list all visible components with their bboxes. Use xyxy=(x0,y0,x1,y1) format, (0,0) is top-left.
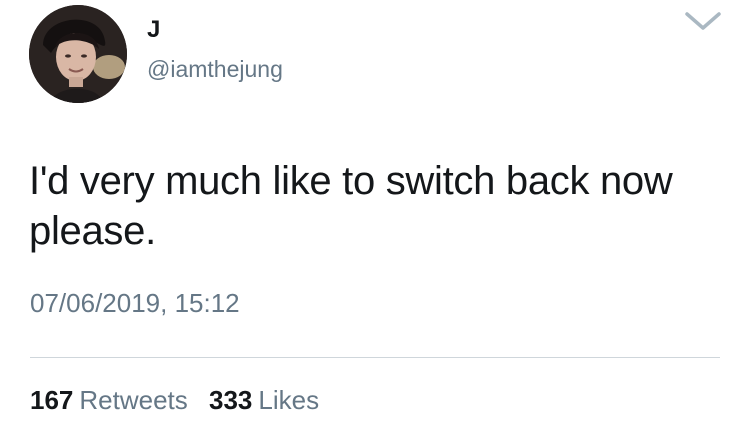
chevron-down-icon[interactable] xyxy=(683,10,723,34)
likes-stat[interactable]: 333 Likes xyxy=(209,385,319,415)
user-handle[interactable]: @iamthejung xyxy=(147,55,283,83)
avatar[interactable] xyxy=(29,5,127,103)
retweets-count: 167 xyxy=(30,385,74,415)
likes-label: Likes xyxy=(258,385,320,415)
tweet-text: I'd very much like to switch back now pl… xyxy=(29,159,673,253)
display-name[interactable]: J xyxy=(147,16,160,44)
likes-count: 333 xyxy=(209,385,253,415)
avatar-image xyxy=(29,5,127,103)
tweet-stats: 167 Retweets 333 Likes xyxy=(30,385,319,415)
divider xyxy=(30,357,720,358)
tweet-timestamp[interactable]: 07/06/2019, 15:12 xyxy=(30,288,240,318)
retweets-stat[interactable]: 167 Retweets xyxy=(30,385,188,415)
tweet-card: J @iamthejung I'd very much like to swit… xyxy=(0,0,750,434)
retweets-label: Retweets xyxy=(79,385,188,415)
